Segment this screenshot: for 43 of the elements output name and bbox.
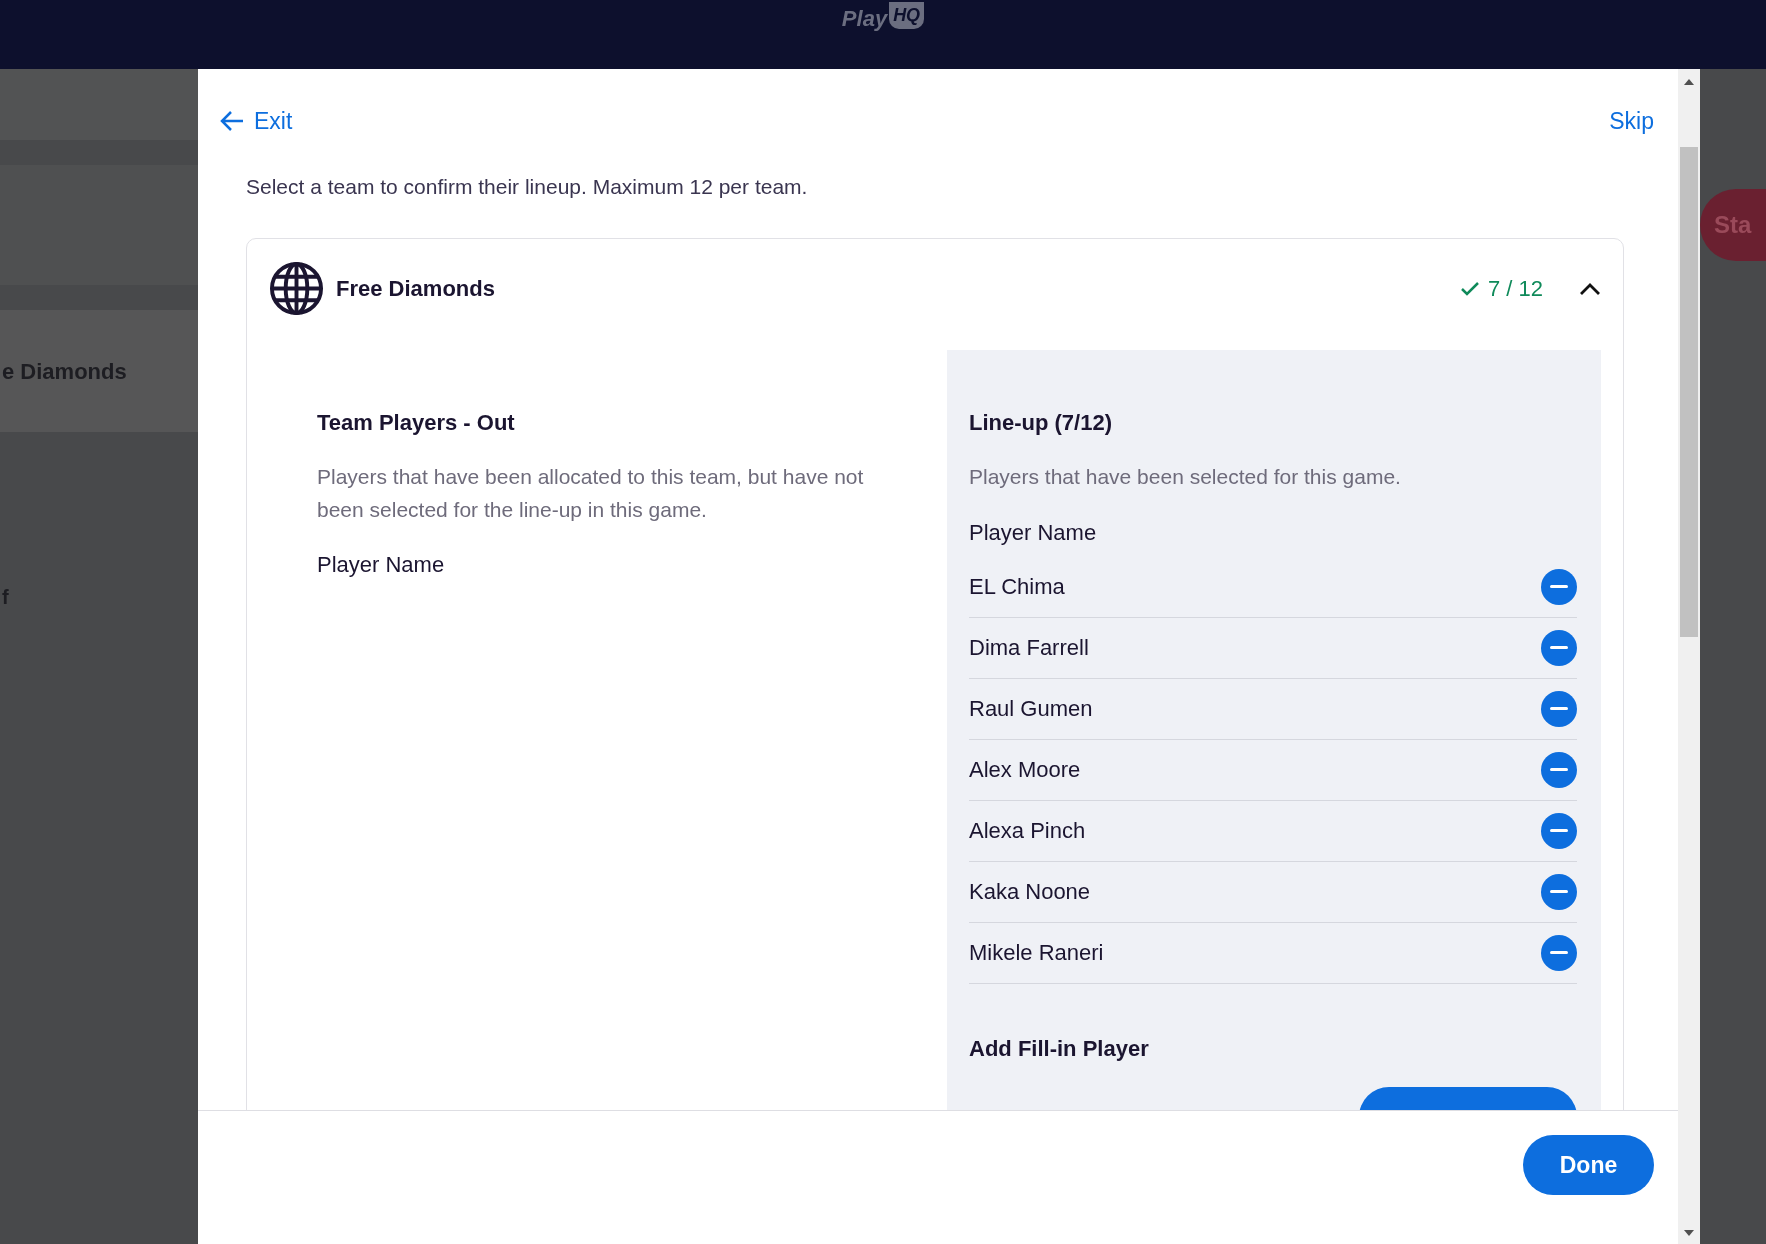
remove-player-button[interactable]: [1541, 568, 1577, 605]
player-name: Alex Moore: [969, 756, 1081, 785]
scroll-down-icon[interactable]: [1684, 1230, 1694, 1236]
player-name: Mikele Raneri: [969, 939, 1104, 968]
section-title: Add Fill-in Player: [969, 1034, 1150, 1063]
remove-player-button[interactable]: [1541, 690, 1577, 727]
scrollbar[interactable]: [1678, 69, 1700, 1244]
minus-icon: [1550, 706, 1568, 711]
lineup-count: 7 / 12: [1459, 272, 1543, 305]
skip-link[interactable]: Skip: [1609, 104, 1654, 139]
section-description: Players that have been allocated to this team, but have not been selected for the line-up in this game.: [317, 464, 865, 523]
player-name: Kaka Noone: [969, 878, 1091, 907]
minus-icon: [1550, 828, 1568, 833]
exit-link[interactable]: Exit: [220, 104, 293, 139]
team-name: Free Diamonds: [336, 275, 495, 303]
remove-player-button[interactable]: [1541, 812, 1577, 849]
player-name: Raul Gumen: [969, 695, 1093, 724]
back-arrow-icon: [220, 110, 244, 133]
remove-player-button[interactable]: [1541, 751, 1577, 788]
section-description: Players that have been selected for this game.: [969, 464, 1402, 490]
check-icon: [1459, 280, 1480, 297]
player-name: Alexa Pinch: [969, 817, 1086, 846]
done-button[interactable]: Done: [1523, 1135, 1654, 1195]
minus-icon: [1550, 767, 1568, 772]
minus-icon: [1550, 645, 1568, 650]
player-name: Dima Farrell: [969, 634, 1089, 663]
minus-icon: [1550, 950, 1568, 955]
player-name: EL Chima: [969, 573, 1065, 602]
minus-icon: [1550, 584, 1568, 589]
logo-badge: HQ: [889, 2, 925, 29]
team-name: e Diamonds: [2, 357, 127, 386]
remove-player-button[interactable]: [1541, 629, 1577, 666]
scroll-up-icon[interactable]: [1684, 79, 1694, 85]
remove-player-button[interactable]: [1541, 934, 1577, 971]
section-title: Line-up (7/12): [969, 409, 1113, 437]
instruction-text: Select a team to confirm their lineup. Maximum 12 per team.: [246, 173, 809, 200]
remove-player-button[interactable]: [1541, 873, 1577, 910]
section-title: Team Players - Out: [317, 409, 516, 437]
logo-text: Play: [841, 5, 888, 33]
column-header: Player Name: [969, 518, 1098, 547]
column-header: Player Name: [317, 551, 446, 580]
minus-icon: [1550, 889, 1568, 894]
globe-icon: [269, 261, 324, 316]
